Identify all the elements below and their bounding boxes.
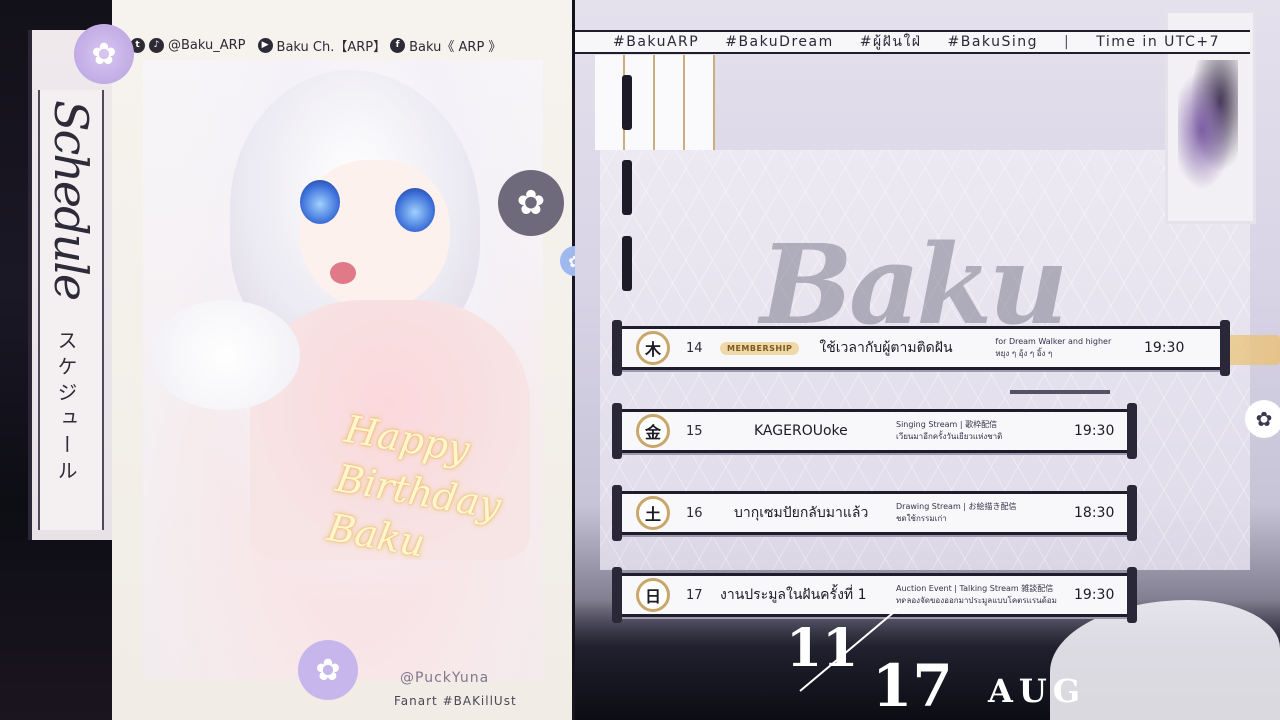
stream-title: บากุเซมปัยกลับมาแล้ว bbox=[734, 505, 869, 521]
stream-description: for Dream Walker and higher หยุง ๆ อุ้ง … bbox=[995, 336, 1111, 360]
hashtag[interactable]: #BakuSing bbox=[948, 34, 1039, 50]
stream-title: ใช้เวลากับผู้ตามติดฝัน bbox=[819, 340, 953, 356]
row-end-cap bbox=[1127, 485, 1137, 541]
character-right-eye bbox=[395, 188, 435, 232]
stream-subtitle: ทดลองจัดของออกมาประมูลแบบโคตรแรนด้อม bbox=[896, 596, 1057, 605]
schedule-row: 日 17 งานประมูลในฝันครั้งที่ 1 Auction Ev… bbox=[612, 567, 1137, 623]
ink-painting bbox=[1178, 60, 1238, 200]
membership-badge: MEMBERSHIP bbox=[720, 341, 800, 355]
plum-flower-icon: ✿ bbox=[298, 640, 358, 700]
stream-subtitle: หยุง ๆ อุ้ง ๆ อิ้ง ๆ bbox=[995, 349, 1053, 358]
row-end-cap bbox=[612, 567, 622, 623]
row-end-cap bbox=[1127, 567, 1137, 623]
row-end-cap bbox=[612, 320, 622, 376]
artist-credit-tag: Fanart #BAKillUst bbox=[394, 694, 517, 708]
schedule-date: 14 bbox=[686, 340, 703, 356]
stream-time: 19:30 bbox=[1074, 423, 1115, 439]
row-end-cap bbox=[1220, 320, 1230, 376]
hashtag-separator: | bbox=[1064, 34, 1071, 50]
week-end-day: 17 bbox=[872, 652, 953, 720]
title-scroll-inner: Schedule スケジュール bbox=[38, 90, 104, 530]
stream-subtitle: เวียนมาอีกครั้งวันเยียวแห่งชาติ bbox=[896, 432, 1003, 441]
schedule-kana-title: スケジュール bbox=[54, 330, 78, 486]
weekday-kanji: 木 bbox=[636, 331, 670, 365]
row-end-cap bbox=[1127, 403, 1137, 459]
weekday-kanji: 土 bbox=[636, 496, 670, 530]
schedule-row: 土 16 บากุเซมปัยกลับมาแล้ว Drawing Stream… bbox=[612, 485, 1137, 541]
katana-decoration bbox=[1010, 390, 1110, 394]
tiktok-icon[interactable]: ♪ bbox=[149, 37, 164, 53]
stream-type: for Dream Walker and higher bbox=[995, 337, 1112, 346]
plum-flower-icon: ✿ bbox=[498, 170, 564, 236]
facebook-icon[interactable]: f bbox=[390, 37, 406, 53]
artist-credit-name: @PuckYuna bbox=[400, 670, 490, 686]
character-mouth bbox=[330, 262, 356, 284]
month-label: AUG bbox=[988, 672, 1087, 710]
stream-type: Auction Event | Talking Stream 雑談配信 bbox=[896, 584, 1054, 593]
hashtag-bar: #BakuARP #BakuDream #ผู้ฝันใฝ่ #BakuSing… bbox=[575, 30, 1250, 54]
frame-pillar bbox=[622, 75, 632, 130]
schedule-date: 17 bbox=[686, 587, 703, 603]
schedule-row: 金 15 KAGEROUoke Singing Stream | 歌枠配信 เว… bbox=[612, 403, 1137, 459]
weekday-kanji: 日 bbox=[636, 578, 670, 612]
facebook-page[interactable]: Baku《 ARP 》 bbox=[409, 36, 501, 55]
timezone-label: Time in UTC+7 bbox=[1096, 34, 1221, 50]
hashtag[interactable]: #ผู้ฝันใฝ่ bbox=[860, 31, 922, 53]
social-links-row: t ♪ @Baku_ARP ▶ Baku Ch.【ARP】 f Baku《 AR… bbox=[130, 34, 501, 56]
youtube-channel[interactable]: Baku Ch.【ARP】 bbox=[277, 36, 387, 55]
row-end-cap bbox=[612, 485, 622, 541]
hashtag[interactable]: #BakuARP bbox=[613, 34, 699, 50]
hashtag[interactable]: #BakuDream bbox=[725, 34, 834, 50]
frame-pillar bbox=[622, 236, 632, 291]
row-end-cap bbox=[612, 403, 622, 459]
frame-pillar bbox=[622, 160, 632, 215]
stream-type: Drawing Stream | お絵描き配信 bbox=[896, 502, 1017, 511]
weekday-kanji: 金 bbox=[636, 414, 670, 448]
stream-time: 19:30 bbox=[1144, 340, 1185, 356]
stream-description: Singing Stream | 歌枠配信 เวียนมาอีกครั้งวัน… bbox=[896, 419, 1002, 443]
stream-title: งานประมูลในฝันครั้งที่ 1 bbox=[720, 587, 867, 603]
shoji-window bbox=[595, 55, 715, 150]
stream-description: Auction Event | Talking Stream 雑談配信 ทดลอ… bbox=[896, 583, 1057, 607]
stream-time: 19:30 bbox=[1074, 587, 1115, 603]
schedule-date: 15 bbox=[686, 423, 703, 439]
twitter-handle[interactable]: @Baku_ARP bbox=[168, 38, 246, 53]
schedule-date: 16 bbox=[686, 505, 703, 521]
bunny-illustration bbox=[150, 300, 300, 410]
schedule-row: 木 14 MEMBERSHIP ใช้เวลากับผู้ตามติดฝัน f… bbox=[612, 320, 1230, 376]
stream-time: 18:30 bbox=[1074, 505, 1115, 521]
stream-type: Singing Stream | 歌枠配信 bbox=[896, 420, 998, 429]
plum-flower-icon: ✿ bbox=[74, 24, 134, 84]
character-left-eye bbox=[300, 180, 340, 224]
stream-description: Drawing Stream | お絵描き配信 ชดใช้กรรมเก่า bbox=[896, 501, 1017, 525]
youtube-icon[interactable]: ▶ bbox=[257, 37, 273, 53]
stream-title: KAGEROUoke bbox=[754, 423, 848, 439]
stream-subtitle: ชดใช้กรรมเก่า bbox=[896, 514, 947, 523]
plum-flower-icon: ✿ bbox=[1245, 400, 1280, 438]
